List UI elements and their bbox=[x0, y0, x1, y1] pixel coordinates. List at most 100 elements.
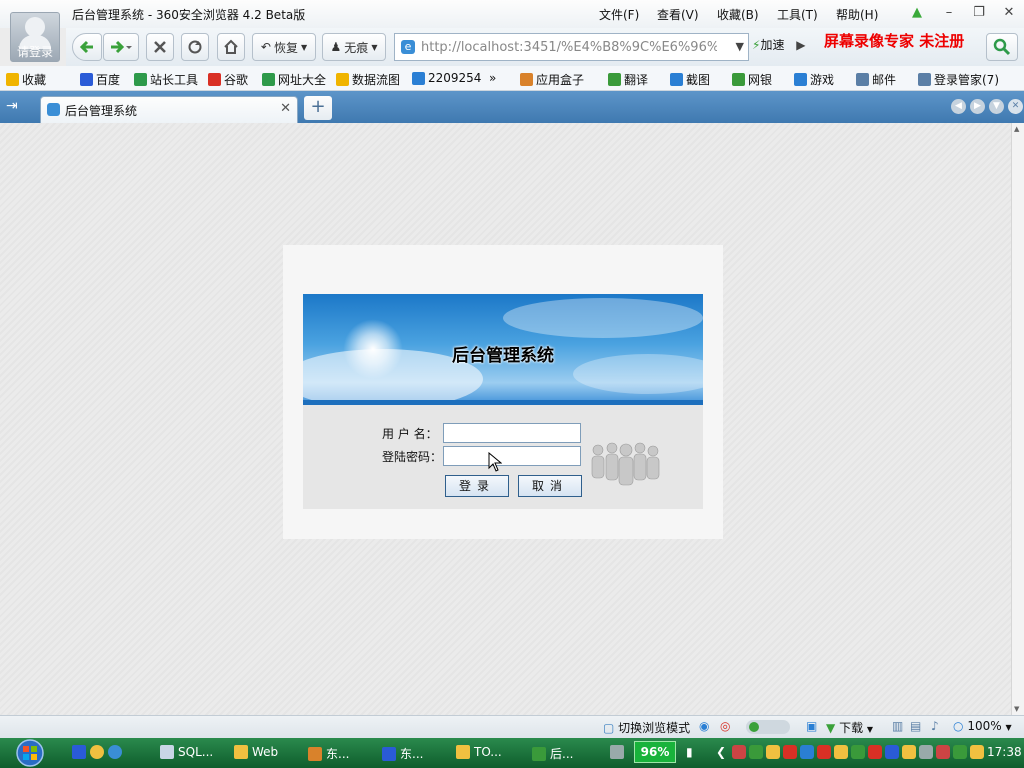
cancel-button[interactable]: 取消 bbox=[518, 475, 582, 497]
tray-expand-icon[interactable]: ❮ bbox=[716, 745, 726, 759]
sidebar-toggle-icon[interactable]: ⇥ bbox=[6, 98, 18, 114]
tab-scroll-left-icon[interactable]: ◀ bbox=[951, 99, 966, 114]
tray-icon[interactable] bbox=[970, 745, 984, 759]
scroll-down-icon[interactable]: ▼ bbox=[1014, 705, 1019, 713]
address-bar[interactable]: e http://localhost:3451/%E4%B8%9C%E6%96%… bbox=[394, 33, 749, 61]
switch-mode-button[interactable]: ▢ 切换浏览模式 bbox=[603, 719, 690, 736]
play-icon[interactable]: ▶ bbox=[796, 38, 805, 52]
bookmark-label: 应用盒子 bbox=[536, 73, 585, 87]
bookmark-item[interactable]: 截图 bbox=[670, 71, 710, 88]
tab-scroll-right-icon[interactable]: ▶ bbox=[970, 99, 985, 114]
incognito-button[interactable]: ♟ 无痕 ▼ bbox=[322, 33, 386, 61]
tray-icon[interactable] bbox=[902, 745, 916, 759]
screenshot-icon[interactable]: ▣ bbox=[806, 719, 817, 733]
tray-icon[interactable] bbox=[953, 745, 967, 759]
tray-icon[interactable] bbox=[936, 745, 950, 759]
window-icon[interactable]: ▤ bbox=[910, 719, 921, 733]
browser-360-icon[interactable] bbox=[90, 745, 104, 759]
bookmark-item[interactable]: 游戏 bbox=[794, 71, 834, 88]
tray-icon[interactable] bbox=[783, 745, 797, 759]
tray-icon[interactable] bbox=[610, 745, 624, 759]
battery-indicator[interactable]: 96% bbox=[634, 741, 676, 763]
refresh-button[interactable] bbox=[181, 33, 209, 61]
zoom-control[interactable]: ○ 100% ▼ bbox=[953, 719, 1012, 733]
ie-engine-icon[interactable]: ◉ bbox=[699, 719, 709, 733]
taskbar-item[interactable]: 东... bbox=[308, 745, 349, 762]
clean-icon[interactable]: ▥ bbox=[892, 719, 903, 733]
taskbar-item-label: 后... bbox=[550, 747, 574, 761]
login-button[interactable]: 登录 bbox=[445, 475, 509, 497]
home-button[interactable] bbox=[217, 33, 245, 61]
taskbar-item-label: TO... bbox=[474, 745, 502, 759]
refresh-icon bbox=[188, 40, 202, 54]
menu-view[interactable]: 查看(V) bbox=[657, 6, 699, 23]
tray-icon[interactable] bbox=[885, 745, 899, 759]
user-avatar-button[interactable]: 请登录 bbox=[10, 12, 60, 62]
toggle-switch[interactable] bbox=[746, 720, 790, 734]
taskbar-item[interactable]: 后... bbox=[532, 745, 573, 762]
desktop-icon[interactable] bbox=[72, 745, 86, 759]
speed-button[interactable]: ⚡加速 ▶ bbox=[752, 36, 806, 53]
tray-icon[interactable] bbox=[919, 745, 933, 759]
download-button[interactable]: ▼ 下载 ▼ bbox=[826, 719, 873, 736]
bookmark-item[interactable]: 谷歌 bbox=[208, 71, 248, 88]
tray-icon[interactable] bbox=[749, 745, 763, 759]
tray-icon[interactable] bbox=[732, 745, 746, 759]
menu-file[interactable]: 文件(F) bbox=[599, 6, 639, 23]
taskbar-item[interactable]: TO... bbox=[456, 745, 502, 759]
search-button[interactable] bbox=[986, 33, 1018, 61]
plug-icon[interactable]: ▮ bbox=[686, 745, 693, 759]
tab-active[interactable]: 后台管理系统 ✕ bbox=[40, 96, 298, 123]
tray-icon[interactable] bbox=[766, 745, 780, 759]
bookmark-item[interactable]: 收藏 bbox=[6, 71, 46, 88]
bookmark-item[interactable]: 网址大全 bbox=[262, 71, 326, 88]
bookmark-item[interactable]: 2209254 bbox=[412, 71, 481, 85]
bookmark-item[interactable]: 翻译 bbox=[608, 71, 648, 88]
bookmark-item[interactable]: 登录管家(7) bbox=[918, 71, 999, 88]
tab-list-icon[interactable]: ▼ bbox=[989, 99, 1004, 114]
bookmark-label: 翻译 bbox=[624, 73, 649, 87]
tray-icon[interactable] bbox=[817, 745, 831, 759]
minimize-button[interactable]: – bbox=[940, 4, 958, 22]
bookmark-item[interactable]: 应用盒子 bbox=[520, 71, 584, 88]
password-input[interactable] bbox=[443, 446, 581, 466]
close-window-button[interactable]: ✕ bbox=[1000, 4, 1018, 22]
taskbar-item[interactable]: SQL... bbox=[160, 745, 213, 759]
forward-button[interactable] bbox=[103, 33, 139, 61]
bookmark-item[interactable]: 数据流图 bbox=[336, 71, 400, 88]
menu-tools[interactable]: 工具(T) bbox=[777, 6, 818, 23]
bookmark-icon bbox=[412, 71, 425, 85]
quick-launch-icons[interactable] bbox=[72, 745, 122, 759]
tray-icon[interactable] bbox=[851, 745, 865, 759]
taskbar-item[interactable]: Web bbox=[234, 745, 278, 759]
tab-close-icon[interactable]: ✕ bbox=[280, 101, 291, 116]
stop-button[interactable] bbox=[146, 33, 174, 61]
taskbar-item[interactable]: 东... bbox=[382, 745, 423, 762]
maximize-button[interactable]: ❐ bbox=[970, 4, 988, 22]
scroll-up-icon[interactable]: ▲ bbox=[1014, 125, 1019, 133]
address-dropdown-icon[interactable]: ▼ bbox=[736, 40, 744, 53]
address-text[interactable]: http://localhost:3451/%E4%B8%9C%E6%96% bbox=[421, 40, 717, 55]
start-button[interactable] bbox=[12, 738, 48, 768]
bookmarks-overflow-icon[interactable]: » bbox=[489, 71, 496, 85]
skin-icon[interactable]: ▲ bbox=[908, 4, 926, 22]
vertical-scrollbar[interactable]: ▲ ▼ bbox=[1011, 123, 1024, 715]
close-tab-icon[interactable]: ✕ bbox=[1008, 99, 1023, 114]
username-input[interactable] bbox=[443, 423, 581, 443]
menu-help[interactable]: 帮助(H) bbox=[836, 6, 878, 23]
volume-icon[interactable]: ♪ bbox=[931, 719, 939, 733]
bookmark-item[interactable]: 百度 bbox=[80, 71, 120, 88]
speed-dial-icon[interactable]: ◎ bbox=[720, 719, 730, 733]
menu-favorites[interactable]: 收藏(B) bbox=[717, 6, 759, 23]
ie-icon[interactable] bbox=[108, 745, 122, 759]
people-icon bbox=[591, 442, 660, 486]
bookmark-item[interactable]: 邮件 bbox=[856, 71, 896, 88]
bookmark-item[interactable]: 站长工具 bbox=[134, 71, 198, 88]
tray-icon[interactable] bbox=[800, 745, 814, 759]
tray-icon[interactable] bbox=[868, 745, 882, 759]
restore-button[interactable]: ↶ 恢复 ▼ bbox=[252, 33, 316, 61]
back-button[interactable] bbox=[72, 33, 102, 61]
new-tab-button[interactable]: + bbox=[304, 96, 332, 120]
tray-icon[interactable] bbox=[834, 745, 848, 759]
bookmark-item[interactable]: 网银 bbox=[732, 71, 772, 88]
